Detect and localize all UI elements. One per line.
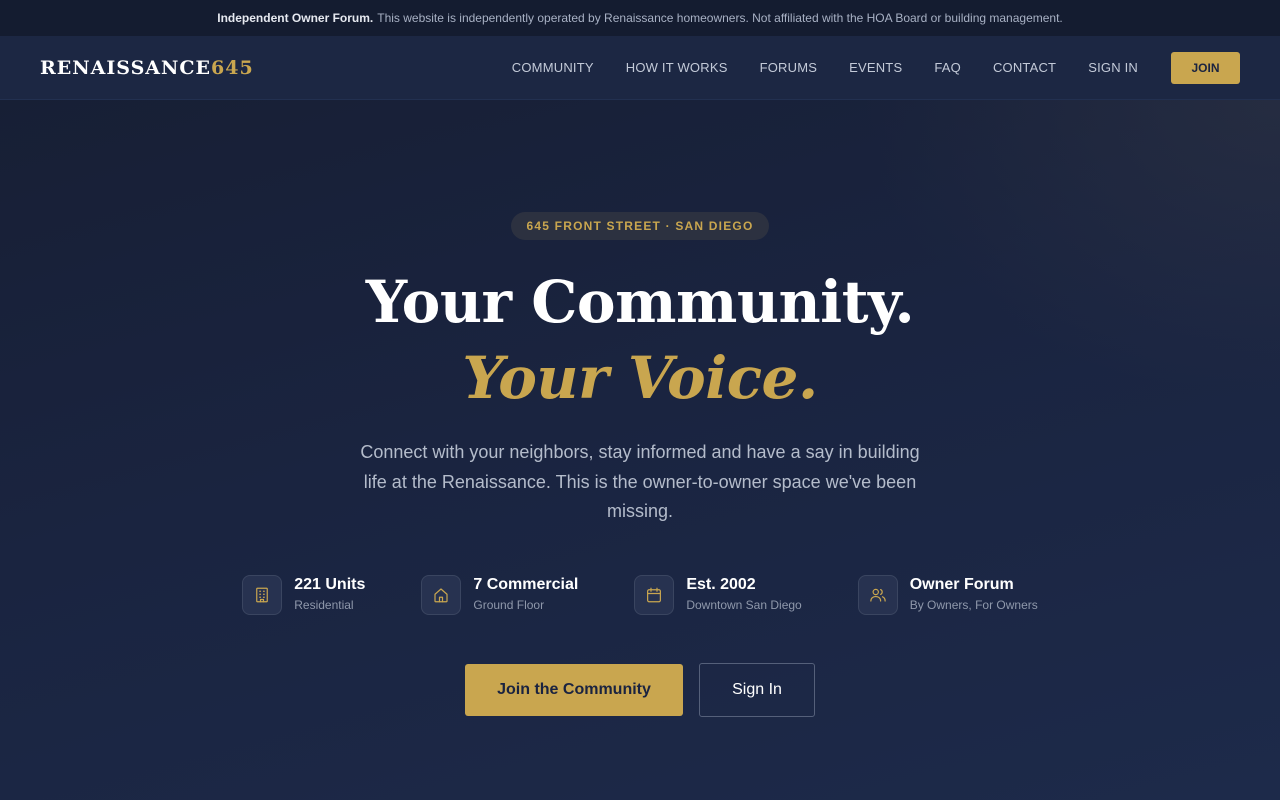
join-community-button[interactable]: Join the Community	[465, 663, 683, 716]
address-badge: 645 FRONT STREET · SAN DIEGO	[510, 212, 770, 240]
hero-title: Your Community. Your Voice.	[365, 264, 915, 416]
building-icon	[242, 574, 283, 615]
hero-title-line2: Your Voice.	[462, 344, 818, 412]
stat-forum-sub: By Owners, For Owners	[909, 598, 1038, 612]
nav-link-events[interactable]: EVENTS	[849, 60, 902, 75]
stat-forum: Owner Forum By Owners, For Owners	[857, 574, 1038, 615]
stat-commercial-title: 7 Commercial	[473, 576, 579, 593]
stat-units-title: 221 Units	[294, 576, 366, 593]
notice-bold: Independent Owner Forum.	[217, 11, 374, 25]
notice-text: This website is independently operated b…	[377, 11, 1063, 25]
independent-notice-bar: Independent Owner Forum. This website is…	[0, 0, 1280, 36]
nav-link-faq[interactable]: FAQ	[934, 60, 961, 75]
nav-links: COMMUNITY HOW IT WORKS FORUMS EVENTS FAQ…	[480, 51, 1240, 84]
stat-commercial: 7 Commercial Ground Floor	[421, 574, 579, 615]
nav-link-sign-in[interactable]: SIGN IN	[1088, 60, 1138, 75]
hero-actions: Join the Community Sign In	[465, 662, 815, 717]
stat-units-sub: Residential	[294, 598, 354, 612]
logo-name: RENAISSANCE	[40, 56, 212, 79]
main-navigation: RENAISSANCE645 COMMUNITY HOW IT WORKS FO…	[0, 36, 1280, 100]
stat-established: Est. 2002 Downtown San Diego	[634, 574, 802, 615]
logo-number: 645	[211, 56, 254, 79]
nav-link-community[interactable]: COMMUNITY	[512, 60, 594, 75]
site-logo[interactable]: RENAISSANCE645	[40, 57, 254, 79]
home-icon	[421, 574, 462, 615]
stats-row: 221 Units Residential 7 Commercial Groun…	[214, 574, 1066, 615]
calendar-icon	[634, 574, 675, 615]
hero-lead: Connect with your neighbors, stay inform…	[360, 442, 920, 521]
nav-link-how-it-works[interactable]: HOW IT WORKS	[626, 60, 728, 75]
stat-established-title: Est. 2002	[686, 576, 756, 593]
hero-title-line1: Your Community.	[365, 268, 915, 336]
hero-section: 645 FRONT STREET · SAN DIEGO Your Commun…	[0, 100, 1280, 800]
nav-link-forums[interactable]: FORUMS	[760, 60, 818, 75]
stat-units: 221 Units Residential	[242, 574, 366, 615]
nav-link-contact[interactable]: CONTACT	[993, 60, 1056, 75]
stat-established-sub: Downtown San Diego	[686, 598, 802, 612]
stat-commercial-sub: Ground Floor	[473, 598, 545, 612]
join-button[interactable]: JOIN	[1171, 51, 1240, 84]
users-icon	[857, 574, 898, 615]
sign-in-button[interactable]: Sign In	[699, 662, 815, 717]
stat-forum-title: Owner Forum	[909, 576, 1014, 593]
